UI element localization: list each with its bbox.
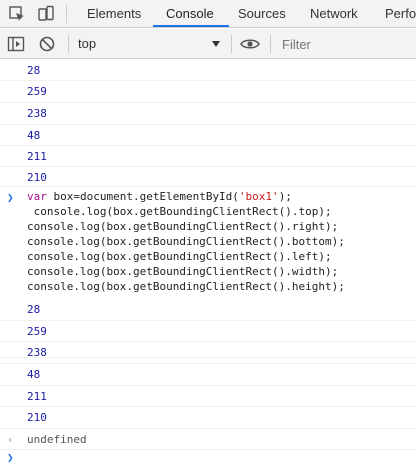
log-output: 259 [27,325,47,338]
code-string: 'box1' [238,190,279,203]
console-messages: 28 259 238 48 211 210 ❯ var box=document… [0,60,416,467]
code-line: console.log(box.getBoundingClientRect().… [27,265,339,278]
log-output: 238 [27,107,47,120]
tab-network[interactable]: Network [310,0,358,28]
console-message: 48 [0,364,416,386]
log-output: 238 [27,346,47,359]
log-output: 48 [27,129,41,142]
log-output: 28 [27,64,41,77]
console-message: 210 [0,167,416,187]
code-line: var box=document.getElementById('box1'); [27,190,292,203]
console-message: 28 [0,298,416,321]
tab-performance[interactable]: Perfo [385,0,416,28]
dropdown-arrow-icon [212,41,220,47]
console-message: 259 [0,321,416,342]
log-output: 48 [27,368,41,381]
show-sidebar-icon[interactable] [7,35,25,53]
inspect-element-icon[interactable] [8,5,26,23]
console-message: 259 [0,81,416,103]
console-message: 28 [0,60,416,81]
console-message: 211 [0,146,416,167]
return-value: undefined [27,433,87,446]
result-chevron-icon: ‹ [7,433,14,446]
filter-input[interactable] [276,33,412,55]
console-prompt[interactable]: ❯ [0,450,416,467]
toolbar-divider [68,35,69,53]
code-line: console.log(box.getBoundingClientRect().… [27,220,339,233]
code-text: ); [278,190,292,203]
context-value: top [78,36,97,51]
console-message: 210 [0,407,416,429]
toolbar-divider [66,5,67,23]
log-output: 211 [27,390,47,403]
live-expression-eye-icon[interactable] [240,36,260,52]
clear-console-icon[interactable] [38,35,56,53]
log-output: 210 [27,171,47,184]
devtools-tab-bar: Elements Console Sources Network Perfo [0,0,416,28]
tab-elements[interactable]: Elements [87,0,141,28]
toolbar-divider [270,35,271,53]
console-message: 48 [0,125,416,146]
context-selector[interactable]: top [76,33,224,55]
tab-sources[interactable]: Sources [238,0,286,28]
code-line: console.log(box.getBoundingClientRect().… [27,250,332,263]
code-line: console.log(box.getBoundingClientRect().… [27,235,345,248]
device-toolbar-icon[interactable] [37,5,55,23]
console-result: ‹ undefined [0,429,416,450]
prompt-chevron-icon: ❯ [7,451,14,464]
console-message: 211 [0,386,416,407]
console-message: 238 [0,103,416,125]
console-toolbar: top [0,29,416,59]
log-output: 211 [27,150,47,163]
code-line: console.log(box.getBoundingClientRect().… [27,280,345,293]
console-message: 238 [0,342,416,364]
tab-console[interactable]: Console [166,0,214,28]
code-line: console.log(box.getBoundingClientRect().… [27,205,332,218]
toolbar-divider [231,35,232,53]
log-output: 210 [27,411,47,424]
code-keyword: var [27,190,47,203]
code-text: box=document.getElementById( [46,190,239,203]
log-output: 28 [27,303,41,316]
log-output: 259 [27,85,47,98]
active-tab-indicator [153,25,229,27]
command-chevron-icon: ❯ [7,191,14,204]
